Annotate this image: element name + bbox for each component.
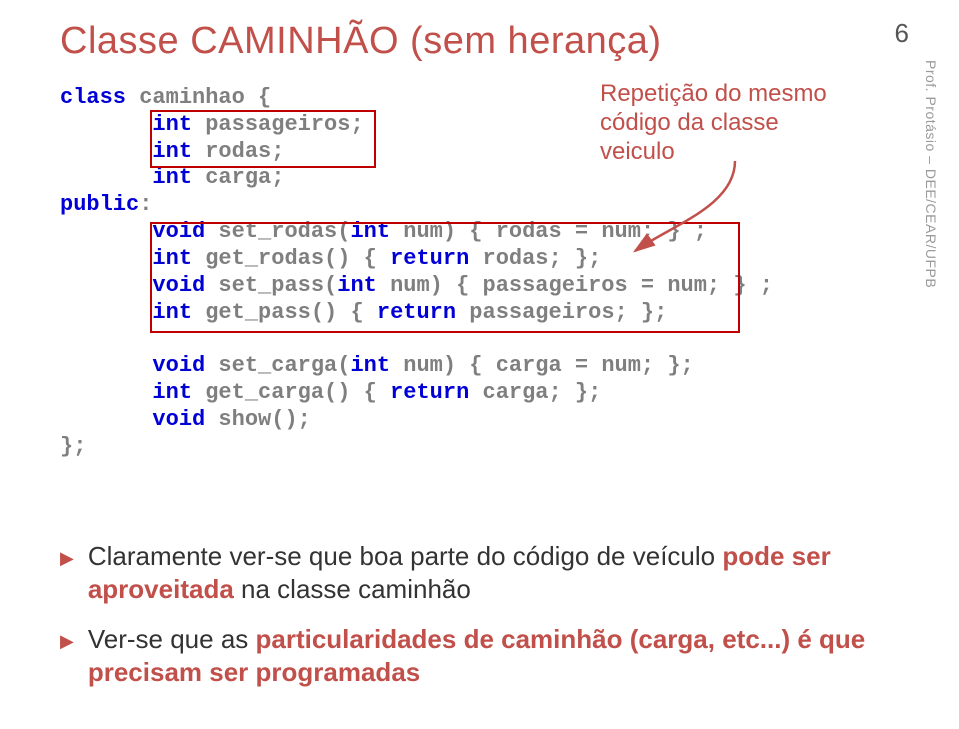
- keyword: class: [60, 85, 126, 110]
- keyword: void: [152, 353, 205, 378]
- code-text: num) { rodas = num; } ;: [390, 219, 707, 244]
- text-run: na classe caminhão: [234, 574, 471, 604]
- bullet-text: Claramente ver-se que boa parte do códig…: [88, 540, 890, 605]
- keyword: return: [390, 246, 469, 271]
- text-run: Claramente ver-se que boa parte do códig…: [88, 541, 723, 571]
- keyword: int: [152, 165, 192, 190]
- slide-title: Classe CAMINHÃO (sem herança): [60, 20, 662, 63]
- code-text: set_carga(: [205, 353, 350, 378]
- keyword: int: [350, 353, 390, 378]
- code-text: get_carga() {: [192, 380, 390, 405]
- keyword: int: [152, 380, 192, 405]
- annotation-label: Repetição do mesmo código da classe veic…: [600, 80, 830, 166]
- code-text: carga; };: [469, 380, 601, 405]
- bullet-marker-icon: ▶: [60, 548, 74, 569]
- keyword: void: [152, 407, 205, 432]
- keyword: return: [390, 380, 469, 405]
- keyword: void: [152, 219, 205, 244]
- keyword: int: [350, 219, 390, 244]
- keyword: int: [152, 139, 192, 164]
- code-text: rodas; };: [469, 246, 601, 271]
- code-text: rodas;: [192, 139, 284, 164]
- list-item: ▶ Claramente ver-se que boa parte do cód…: [60, 540, 890, 605]
- code-text: set_pass(: [205, 273, 337, 298]
- code-text: :: [139, 192, 152, 217]
- code-text: show();: [205, 407, 311, 432]
- bullet-marker-icon: ▶: [60, 631, 74, 652]
- bullet-text: Ver-se que as particularidades de caminh…: [88, 623, 890, 688]
- code-text: get_rodas() {: [192, 246, 390, 271]
- keyword: public: [60, 192, 139, 217]
- text-run: Ver-se que as: [88, 624, 256, 654]
- page-number: 6: [895, 18, 909, 49]
- code-text: get_pass() {: [192, 300, 377, 325]
- code-text: };: [60, 434, 86, 459]
- code-text: passageiros;: [192, 112, 364, 137]
- code-text: caminhao {: [126, 85, 271, 110]
- keyword: int: [152, 112, 192, 137]
- keyword: int: [337, 273, 377, 298]
- code-text: set_rodas(: [205, 219, 350, 244]
- keyword: int: [152, 300, 192, 325]
- code-text: carga;: [192, 165, 284, 190]
- code-text: passageiros; };: [456, 300, 667, 325]
- code-text: num) { passageiros = num; } ;: [377, 273, 773, 298]
- code-text: num) { carga = num; };: [390, 353, 694, 378]
- keyword: return: [377, 300, 456, 325]
- bullet-list: ▶ Claramente ver-se que boa parte do cód…: [60, 540, 890, 706]
- list-item: ▶ Ver-se que as particularidades de cami…: [60, 623, 890, 688]
- keyword: void: [152, 273, 205, 298]
- footer-credit: Prof. Protásio – DEE/CEAR/UFPB: [923, 60, 939, 288]
- keyword: int: [152, 246, 192, 271]
